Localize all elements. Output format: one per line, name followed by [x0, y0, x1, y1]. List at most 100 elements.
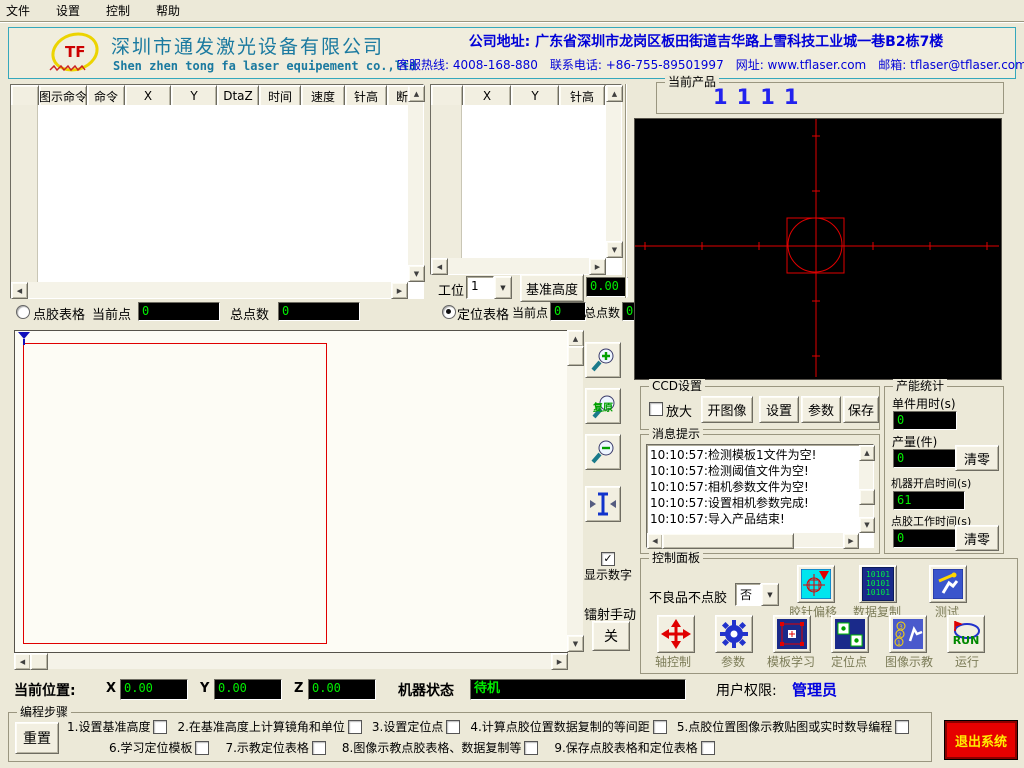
hscroll-thumb[interactable]: [30, 653, 48, 670]
column-header-y[interactable]: Y: [171, 85, 217, 105]
scroll-left-icon[interactable]: ◀: [11, 282, 28, 299]
unit-time-value: 0: [893, 411, 957, 430]
vscroll-thumb[interactable]: [859, 489, 875, 505]
needle-offset-button[interactable]: [797, 565, 835, 603]
position-total-label: 总点数: [584, 304, 620, 321]
position-table-header: X Y 针高: [431, 85, 606, 105]
message-line: 10:10:57:检测模板1文件为空!: [650, 447, 857, 463]
run-label: 运行: [955, 653, 979, 670]
step-checkbox[interactable]: [701, 741, 715, 755]
ccd-settings-button[interactable]: 设置: [759, 396, 799, 423]
step-checkbox[interactable]: [312, 741, 326, 755]
programming-steps-title: 编程步骤: [17, 705, 71, 719]
company-name-cn: 深圳市通发激光设备有限公司: [111, 32, 384, 59]
image-teach-button[interactable]: 3 2 1: [889, 615, 927, 653]
step-checkbox[interactable]: [653, 720, 667, 734]
step-checkbox[interactable]: [348, 720, 362, 734]
position-table-radio[interactable]: [442, 305, 456, 319]
step-checkbox[interactable]: [153, 720, 167, 734]
show-numbers-checkbox[interactable]: [601, 552, 615, 566]
data-copy-button[interactable]: 10101 10101 10101: [859, 565, 897, 603]
zoom-restore-button[interactable]: 复原: [585, 388, 621, 424]
open-image-button[interactable]: 开图像: [701, 396, 753, 423]
scroll-right-icon[interactable]: ▶: [843, 533, 859, 549]
menu-item-file[interactable]: 文件: [0, 0, 36, 21]
position-table-hscrollbar[interactable]: ◀ ▶: [431, 258, 606, 274]
column-header-speed[interactable]: 速度: [301, 85, 345, 105]
ccd-settings-title: CCD设置: [649, 379, 705, 393]
chevron-down-icon[interactable]: ▼: [761, 583, 779, 606]
locate-point-icon: [835, 619, 865, 649]
step-checkbox[interactable]: [524, 741, 538, 755]
menu-item-help[interactable]: 帮助: [150, 0, 186, 21]
scroll-left-icon[interactable]: ◀: [647, 533, 663, 549]
test-button[interactable]: [929, 565, 967, 603]
step-checkbox[interactable]: [195, 741, 209, 755]
column-header-x[interactable]: X: [125, 85, 171, 105]
scroll-up-icon[interactable]: ▲: [567, 330, 584, 347]
column-header-time[interactable]: 时间: [259, 85, 301, 105]
scroll-down-icon[interactable]: ▼: [859, 517, 875, 533]
step-checkbox[interactable]: [446, 720, 460, 734]
station-select[interactable]: 1 ▼: [466, 276, 512, 299]
axis-control-button[interactable]: [657, 615, 695, 653]
clear-work-time-button[interactable]: 清零: [955, 525, 999, 551]
column-header-illustrated-command[interactable]: 图示命令: [39, 85, 87, 105]
scroll-right-icon[interactable]: ▶: [551, 653, 568, 670]
dispense-table-vscrollbar[interactable]: ▲ ▼: [408, 85, 423, 282]
zoom-out-button[interactable]: [585, 434, 621, 470]
locate-point-button[interactable]: [831, 615, 869, 653]
zoom-in-button[interactable]: [585, 342, 621, 378]
message-hscrollbar[interactable]: ◀ ▶: [647, 533, 859, 547]
parameters-button[interactable]: [715, 615, 753, 653]
column-header-dtaz[interactable]: DtaZ: [217, 85, 259, 105]
dispense-table-radio[interactable]: [16, 305, 30, 319]
chevron-down-icon[interactable]: ▼: [494, 276, 512, 299]
clear-yield-button[interactable]: 清零: [955, 445, 999, 471]
canvas-vscrollbar[interactable]: ▲ ▼: [567, 330, 583, 652]
website: 网址: www.tflaser.com: [736, 56, 867, 73]
vscroll-thumb[interactable]: [567, 346, 584, 366]
yield-label: 产量(件): [892, 433, 937, 450]
canvas-hscrollbar[interactable]: ◀ ▶: [14, 653, 568, 669]
reset-button[interactable]: 重置: [15, 722, 59, 754]
z-position-value: 0.00: [308, 679, 376, 700]
fit-view-button[interactable]: [585, 486, 621, 522]
column-header-command[interactable]: 命令: [87, 85, 125, 105]
run-button[interactable]: RUN: [947, 615, 985, 653]
ccd-params-button[interactable]: 参数: [801, 396, 841, 423]
template-learning-button[interactable]: [773, 615, 811, 653]
reject-no-dispense-select[interactable]: 否 ▼: [735, 583, 779, 606]
step-checkbox[interactable]: [895, 720, 909, 734]
scroll-right-icon[interactable]: ▶: [589, 258, 606, 275]
svg-text:1: 1: [897, 640, 901, 647]
scroll-down-icon[interactable]: ▼: [567, 635, 584, 652]
message-list[interactable]: 10:10:57:检测模板1文件为空! 10:10:57:检测阈值文件为空! 1…: [646, 444, 874, 548]
hscroll-thumb[interactable]: [662, 533, 794, 549]
scroll-left-icon[interactable]: ◀: [14, 653, 31, 670]
column-header-x[interactable]: X: [463, 85, 511, 105]
scroll-left-icon[interactable]: ◀: [431, 258, 448, 275]
scroll-down-icon[interactable]: ▼: [606, 241, 623, 258]
scroll-up-icon[interactable]: ▲: [859, 445, 875, 461]
base-height-button[interactable]: 基准高度: [520, 274, 584, 302]
company-address: 公司地址: 广东省深圳市龙岗区板田街道吉华路上雪科技工业城一巷B2栋7楼: [401, 31, 1011, 51]
magnify-checkbox[interactable]: [649, 402, 663, 416]
scroll-down-icon[interactable]: ▼: [408, 265, 425, 282]
message-vscrollbar[interactable]: ▲ ▼: [859, 445, 873, 533]
laser-off-button[interactable]: 关: [592, 621, 630, 651]
position-table-vscrollbar[interactable]: ▲ ▼: [606, 85, 621, 258]
scroll-up-icon[interactable]: ▲: [408, 85, 425, 102]
column-header-y[interactable]: Y: [511, 85, 559, 105]
column-header-glue-break[interactable]: 断胶: [387, 85, 408, 105]
edit-canvas[interactable]: [14, 330, 568, 653]
exit-system-button[interactable]: 退出系统: [944, 720, 1018, 760]
dispense-table-hscrollbar[interactable]: ◀ ▶: [11, 282, 408, 298]
column-header-needle-height[interactable]: 针高: [559, 85, 605, 105]
column-header-needle-height[interactable]: 针高: [345, 85, 387, 105]
scroll-up-icon[interactable]: ▲: [606, 85, 623, 102]
menu-item-settings[interactable]: 设置: [50, 0, 86, 21]
ccd-save-button[interactable]: 保存: [843, 396, 879, 423]
scroll-right-icon[interactable]: ▶: [391, 282, 408, 299]
menu-item-control[interactable]: 控制: [100, 0, 136, 21]
